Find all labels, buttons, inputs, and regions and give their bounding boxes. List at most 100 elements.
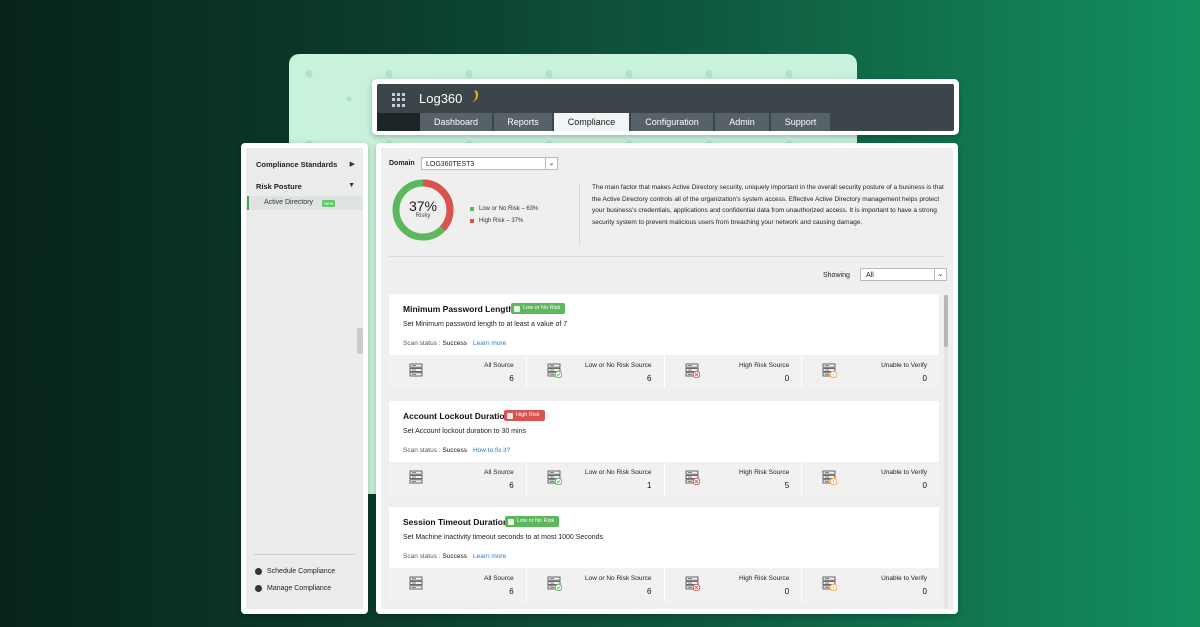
chevron-down-icon[interactable]: ▼ [348, 182, 355, 189]
risk-badge-label: Low or No Risk [517, 518, 555, 524]
app-header: Log360 Dashboard Reports Compliance Configu… [372, 79, 959, 135]
stat-cell[interactable]: Low or No Risk Source 6 [527, 568, 665, 602]
scan-status-label: Scan status : [403, 553, 441, 560]
scan-status-value: Success [442, 340, 467, 347]
chevron-right-icon[interactable]: ▶ [350, 160, 355, 168]
stat-cell[interactable]: All Source 6 [389, 568, 527, 602]
stat-label: All Source [484, 362, 514, 369]
legend-high-label: High Risk – 37% [479, 218, 524, 224]
compliance-check-card: Minimum Password Length - Low or No Risk S… [389, 294, 939, 389]
brand-logo: Log360 [419, 91, 463, 106]
server-warning-icon [822, 576, 838, 591]
sidebar: Compliance Standards ▶ Risk Posture ▼ Ac… [241, 143, 368, 614]
scan-status-label: Scan status : [403, 447, 441, 454]
gear-icon [255, 585, 262, 592]
stat-value: 6 [509, 374, 514, 383]
brand-arc-icon [466, 88, 478, 102]
compliance-check-card: Account Lockout Duration - High Risk Set A… [389, 401, 939, 496]
sidebar-collapse-handle[interactable] [357, 328, 363, 354]
stat-cell[interactable]: All Source 6 [389, 355, 527, 389]
stat-value: 6 [647, 374, 652, 383]
showing-filter-select[interactable]: All ⌄ [860, 268, 947, 281]
tab-support[interactable]: Support [771, 113, 830, 131]
stat-cell[interactable]: High Risk Source 0 [665, 568, 803, 602]
stat-cell[interactable]: Unable to Verify 0 [802, 568, 939, 602]
stat-label: Low or No Risk Source [585, 469, 652, 476]
check-description: Set Minimum password length to at least … [403, 321, 568, 328]
new-badge: NEW [322, 200, 336, 207]
tab-dashboard[interactable]: Dashboard [420, 113, 492, 131]
tab-admin[interactable]: Admin [715, 113, 769, 131]
stat-value: 6 [509, 587, 514, 596]
check-title: Account Lockout Duration - [403, 411, 515, 421]
tab-compliance[interactable]: Compliance [554, 113, 629, 131]
domain-label: Domain [389, 160, 415, 167]
stat-cell[interactable]: Unable to Verify 0 [802, 462, 939, 496]
stat-cell[interactable]: Low or No Risk Source 6 [527, 355, 665, 389]
legend-low-label: Low or No Risk – 63% [479, 206, 539, 212]
main-nav-tabs: Dashboard Reports Compliance Configuration A… [377, 113, 832, 131]
check-help-link[interactable]: Learn more [473, 340, 506, 347]
check-description: Set Account lockout duration to 30 mins [403, 428, 526, 435]
risk-level-icon [514, 305, 520, 312]
tab-spacer [377, 113, 420, 131]
showing-value: All [866, 272, 874, 279]
sidebar-item-active-directory[interactable]: Active Directory NEW [247, 196, 363, 210]
legend-high-swatch [470, 219, 474, 223]
schedule-icon [255, 568, 262, 575]
risk-percent-caption: Risky [415, 213, 431, 219]
stat-cell[interactable]: Low or No Risk Source 1 [527, 462, 665, 496]
stat-cell[interactable]: High Risk Source 0 [665, 355, 803, 389]
check-title: Session Timeout Duration - [403, 517, 514, 527]
chevron-down-icon: ⌄ [934, 269, 946, 280]
manage-compliance-link[interactable]: Manage Compliance [255, 585, 331, 592]
stat-value: 0 [922, 374, 927, 383]
stat-value: 0 [784, 374, 790, 383]
server-check-icon [547, 576, 562, 591]
divider [389, 256, 945, 257]
risk-badge: Low or No Risk [511, 303, 566, 314]
chevron-down-icon: ⌄ [545, 158, 557, 169]
stat-value: 6 [647, 587, 652, 596]
schedule-compliance-link[interactable]: Schedule Compliance [255, 568, 335, 575]
divider [254, 554, 355, 555]
check-stats: All Source 6 Low or No Risk Source 6 High Ri… [389, 355, 939, 389]
check-help-link[interactable]: How to fix it? [473, 447, 510, 454]
scrollbar-thumb[interactable] [944, 295, 948, 347]
server-warning-icon [822, 470, 838, 485]
top-bar: Log360 Dashboard Reports Compliance Configu… [377, 84, 954, 131]
showing-label: Showing [823, 272, 850, 279]
stat-cell[interactable]: All Source 6 [389, 462, 527, 496]
check-title: Minimum Password Length - [403, 304, 519, 314]
legend-high: High Risk – 37% [470, 218, 523, 224]
tab-configuration[interactable]: Configuration [631, 113, 713, 131]
check-help-link[interactable]: Learn more [473, 553, 506, 560]
risk-badge-label: Low or No Risk [523, 305, 561, 311]
server-warning-icon [822, 363, 838, 378]
risk-badge-label: High Risk [516, 412, 540, 418]
server-error-icon [685, 363, 700, 378]
stat-value: 1 [647, 481, 652, 490]
stat-label: All Source [484, 469, 514, 476]
app-grid-icon[interactable] [392, 93, 406, 107]
divider [579, 183, 580, 245]
domain-select[interactable]: LOG360TEST3 ⌄ [421, 157, 558, 170]
risk-badge: High Risk [504, 410, 545, 421]
main-panel: Domain LOG360TEST3 ⌄ 37% Risky Low or No… [376, 143, 958, 614]
server-error-icon [685, 470, 700, 485]
check-description: Set Machine inactivity timeout seconds t… [403, 534, 603, 541]
sidebar-risk-posture[interactable]: Risk Posture [256, 182, 302, 191]
scan-status: Scan status : Success How to fix it? [403, 447, 510, 454]
stat-cell[interactable]: Unable to Verify 0 [802, 355, 939, 389]
tab-reports[interactable]: Reports [494, 113, 552, 131]
manage-compliance-label: Manage Compliance [267, 585, 332, 592]
server-check-icon [547, 470, 562, 485]
scan-status-label: Scan status : [403, 340, 441, 347]
stat-value: 0 [784, 587, 790, 596]
stat-cell[interactable]: High Risk Source 5 [665, 462, 803, 496]
check-stats: All Source 6 Low or No Risk Source 1 High Ri… [389, 462, 939, 496]
risk-badge: Low or No Risk [505, 516, 560, 527]
sidebar-compliance-standards[interactable]: Compliance Standards [256, 160, 337, 169]
scan-status-value: Success [442, 553, 467, 560]
stat-value: 0 [922, 481, 927, 490]
